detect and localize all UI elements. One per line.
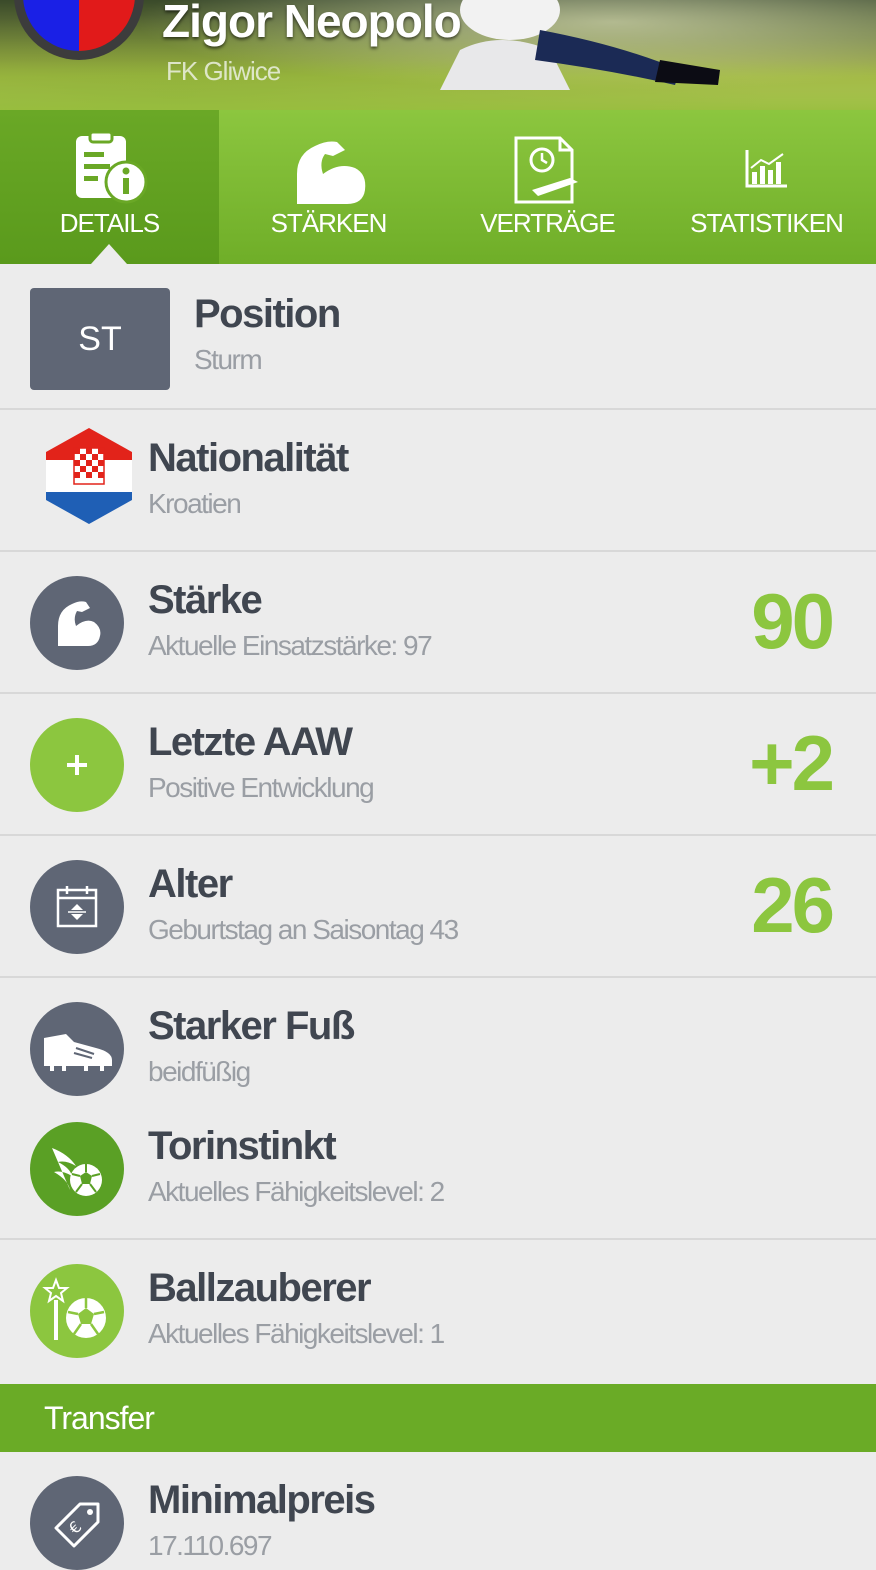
detail-row-age[interactable]: Alter Geburtstag an Saisontag 43 26 bbox=[0, 836, 876, 978]
tab-statistics[interactable]: STATISTIKEN bbox=[657, 110, 876, 264]
age-subtitle: Geburtstag an Saisontag 43 bbox=[148, 914, 459, 945]
club-name[interactable]: FK Gliwice bbox=[166, 56, 281, 87]
croatia-flag-icon bbox=[46, 428, 132, 524]
tab-bar: DETAILS STÄRKEN VERTRÄGE STATISTIKEN bbox=[0, 110, 876, 264]
detail-row-ball-wizard[interactable]: Ballzauberer Aktuelles Fähigkeitslevel: … bbox=[0, 1240, 876, 1382]
football-boot-icon bbox=[44, 1034, 112, 1071]
aaw-subtitle: Positive Entwicklung bbox=[148, 772, 375, 803]
tab-strengths[interactable]: STÄRKEN bbox=[219, 110, 438, 264]
strength-value: 90 bbox=[751, 577, 835, 665]
goal-instinct-subtitle: Aktuelles Fähigkeitslevel: 2 bbox=[148, 1176, 445, 1207]
age-title: Alter bbox=[148, 862, 233, 906]
player-celebration-image bbox=[440, 0, 720, 90]
details-doc-info-icon bbox=[76, 132, 148, 204]
detail-row-strong-foot[interactable]: Starker Fuß beidfüßig bbox=[0, 978, 876, 1112]
svg-text:€: € bbox=[65, 1517, 86, 1538]
age-value: 26 bbox=[751, 861, 835, 949]
euro-price-tag-icon: € bbox=[54, 1502, 100, 1548]
strength-subtitle: Aktuelle Einsatzstärke: 97 bbox=[148, 630, 433, 661]
active-tab-indicator bbox=[91, 244, 127, 264]
tab-statistics-label: STATISTIKEN bbox=[690, 208, 844, 238]
aaw-title: Letzte AAW bbox=[148, 720, 353, 764]
position-badge: ST bbox=[30, 288, 170, 390]
position-title: Position bbox=[194, 292, 341, 336]
strong-foot-value: beidfüßig bbox=[148, 1056, 251, 1087]
strength-icon-circle bbox=[30, 576, 124, 670]
age-icon-circle bbox=[30, 860, 124, 954]
bar-chart-icon bbox=[745, 150, 787, 188]
flexed-arm-icon bbox=[297, 141, 366, 204]
contract-clock-icon bbox=[514, 136, 578, 204]
player-header: Zigor Neopolo FK Gliwice bbox=[0, 0, 876, 110]
aaw-icon-circle bbox=[30, 718, 124, 812]
tab-contracts-label: VERTRÄGE bbox=[480, 208, 616, 238]
calendar-icon bbox=[56, 886, 98, 928]
strength-title: Stärke bbox=[148, 578, 263, 622]
detail-row-min-price[interactable]: € Minimalpreis 17.110.697 bbox=[0, 1452, 876, 1570]
min-price-title: Minimalpreis bbox=[148, 1478, 376, 1522]
magic-wand-ball-icon bbox=[42, 1277, 106, 1340]
goal-instinct-title: Torinstinkt bbox=[148, 1124, 337, 1168]
detail-row-last-aaw[interactable]: Letzte AAW Positive Entwicklung +2 bbox=[0, 694, 876, 836]
transfer-section-label: Transfer bbox=[44, 1400, 155, 1436]
nationality-value: Kroatien bbox=[148, 488, 242, 519]
nationality-title: Nationalität bbox=[148, 436, 349, 480]
tab-contracts[interactable]: VERTRÄGE bbox=[438, 110, 657, 264]
flexed-arm-icon bbox=[58, 601, 101, 646]
flaming-ball-icon bbox=[52, 1148, 102, 1196]
ball-wizard-title: Ballzauberer bbox=[148, 1266, 372, 1310]
tab-details-label: DETAILS bbox=[59, 208, 160, 238]
player-name: Zigor Neopolo bbox=[162, 0, 462, 47]
ball-wizard-subtitle: Aktuelles Fähigkeitslevel: 1 bbox=[148, 1318, 445, 1349]
detail-row-position[interactable]: ST Position Sturm bbox=[0, 266, 876, 410]
detail-row-nationality[interactable]: Nationalität Kroatien bbox=[0, 410, 876, 552]
tab-details[interactable]: DETAILS bbox=[0, 110, 219, 264]
transfer-section-header: Transfer bbox=[0, 1384, 876, 1452]
aaw-value: +2 bbox=[749, 719, 835, 807]
detail-row-goal-instinct[interactable]: Torinstinkt Aktuelles Fähigkeitslevel: 2 bbox=[0, 1098, 876, 1240]
strong-foot-title: Starker Fuß bbox=[148, 1004, 355, 1048]
min-price-value: 17.110.697 bbox=[148, 1530, 273, 1561]
detail-row-strength[interactable]: Stärke Aktuelle Einsatzstärke: 97 90 bbox=[0, 552, 876, 694]
plus-icon bbox=[67, 755, 87, 775]
position-value: Sturm bbox=[194, 344, 263, 375]
ball-wizard-icon-circle bbox=[30, 1264, 124, 1358]
tab-strengths-label: STÄRKEN bbox=[270, 208, 388, 238]
goal-instinct-icon-circle bbox=[30, 1122, 124, 1216]
foot-icon-circle bbox=[30, 1002, 124, 1096]
